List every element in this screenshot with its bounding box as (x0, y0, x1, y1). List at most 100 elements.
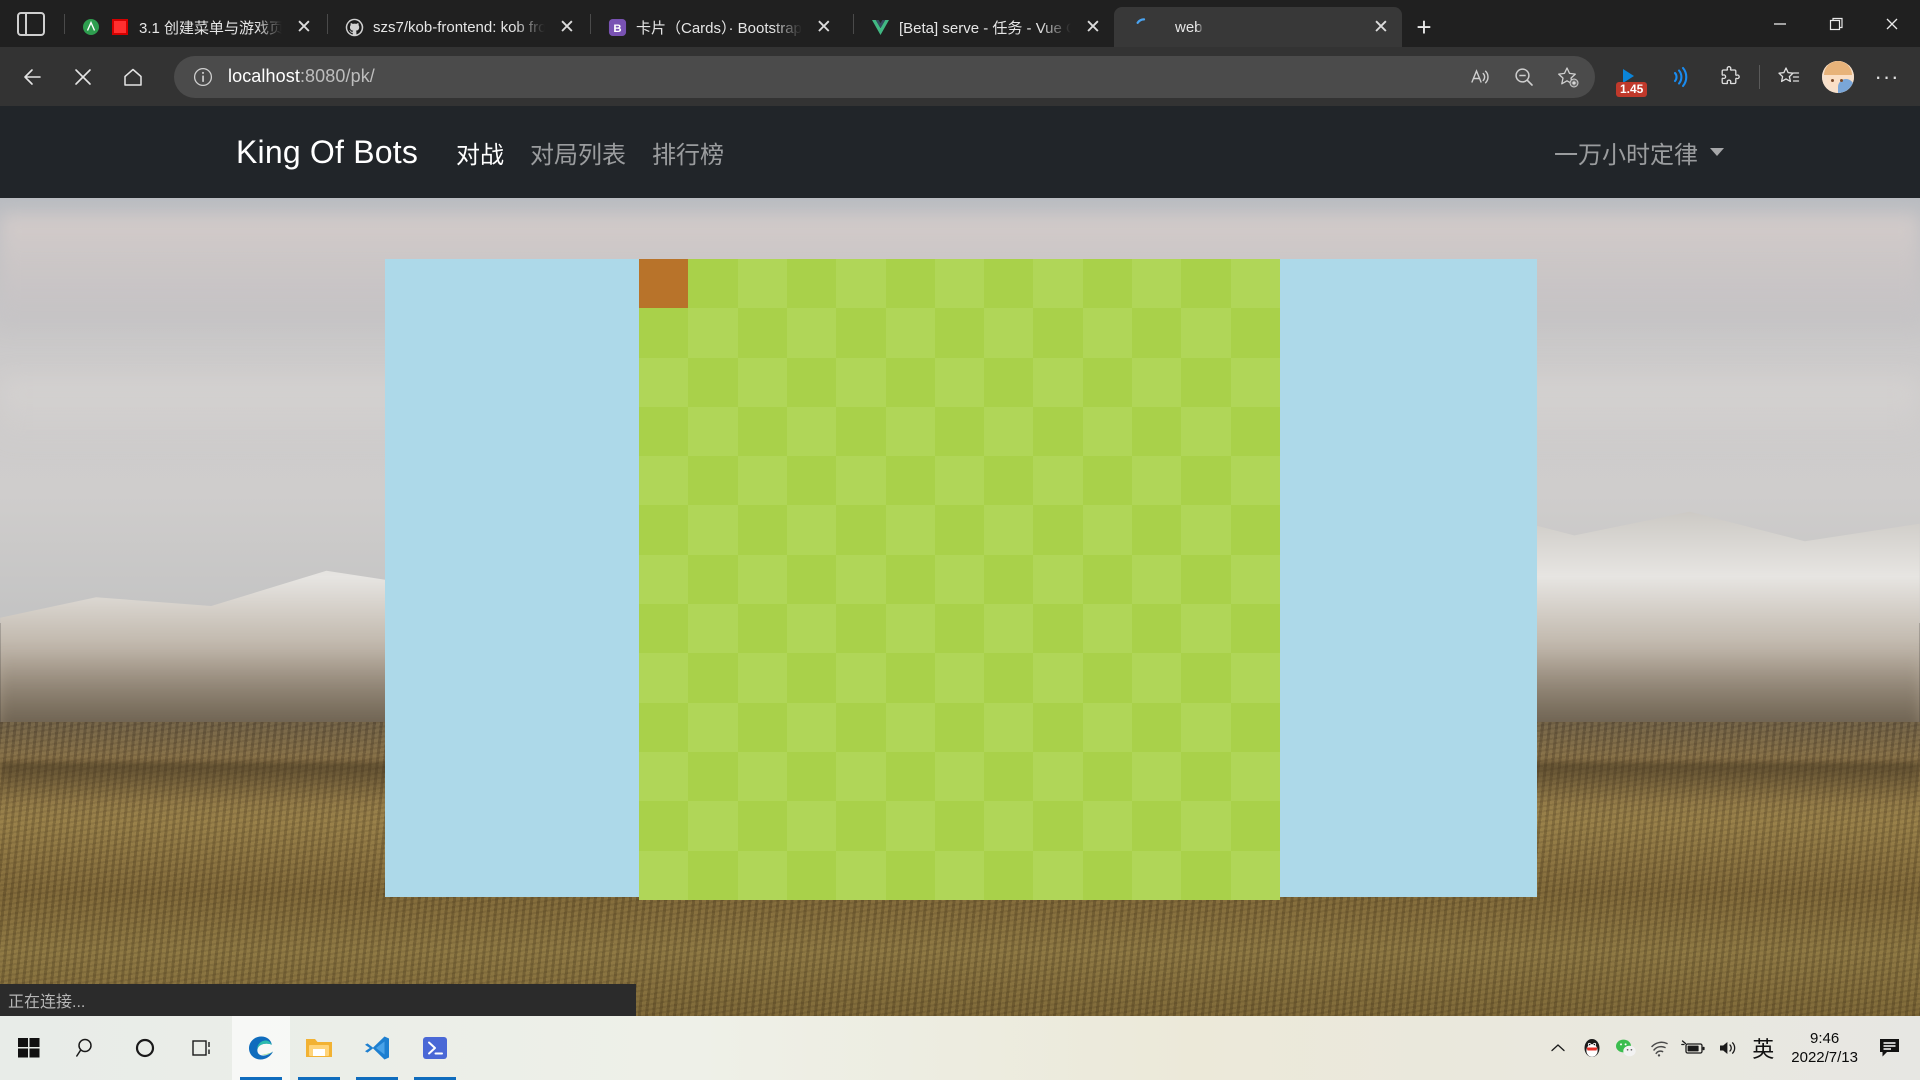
extensions-icon[interactable] (1707, 57, 1753, 97)
board-cell (1132, 308, 1182, 358)
close-button[interactable] (1864, 0, 1920, 47)
home-button[interactable] (110, 57, 156, 97)
board-cell (737, 702, 787, 752)
board-cell (737, 406, 787, 457)
board-cell (1230, 702, 1280, 752)
wifi-icon[interactable] (1643, 1016, 1677, 1080)
tab-close-button[interactable]: ✕ (1080, 14, 1106, 40)
collections-icon[interactable] (1766, 57, 1812, 97)
board-cell (885, 604, 935, 654)
browser-tab-active[interactable]: web ✕ (1114, 7, 1402, 47)
divider (1759, 64, 1760, 89)
volume-icon[interactable] (1711, 1016, 1745, 1080)
board-cell (836, 554, 886, 605)
board-cell (1132, 259, 1182, 309)
settings-and-more-button[interactable]: ··· (1864, 57, 1910, 97)
read-aloud-icon[interactable] (1459, 57, 1501, 97)
board-cell-wall (639, 259, 689, 309)
board-cell (836, 308, 886, 358)
user-dropdown[interactable]: 一万小时定律 (1554, 135, 1724, 170)
immersive-reader-icon[interactable]: 1.45 (1607, 57, 1653, 97)
board-cell (984, 751, 1034, 802)
search-button[interactable] (58, 1016, 116, 1080)
board-cell (786, 702, 837, 752)
board-cell (1033, 801, 1083, 851)
address-bar[interactable]: localhost:8080/pk/ (174, 55, 1595, 98)
board-cell (984, 801, 1034, 851)
battery-icon[interactable] (1677, 1016, 1711, 1080)
nav-link-record-list[interactable]: 对局列表 (530, 135, 626, 170)
qq-icon[interactable] (1575, 1016, 1609, 1080)
profile-avatar[interactable] (1816, 57, 1860, 97)
board-cell (1082, 604, 1133, 654)
board-cell (1132, 653, 1182, 703)
board-cell (786, 801, 837, 851)
restore-button[interactable] (1808, 0, 1864, 47)
board-cell (688, 259, 738, 309)
url-path: :8080/pk/ (299, 66, 375, 86)
board-cell (688, 554, 738, 605)
board-cell (934, 850, 985, 900)
powershell-button[interactable] (406, 1016, 464, 1080)
add-favorite-icon[interactable] (1547, 57, 1589, 97)
board-cell (1230, 604, 1280, 654)
notifications-icon[interactable] (1868, 1016, 1912, 1080)
vertical-tabs-icon (17, 11, 45, 36)
board-cell (934, 505, 985, 555)
browser-tab[interactable]: B 卡片（Cards）· Bootstrap ✕ (593, 7, 851, 47)
board-cell (885, 456, 935, 506)
ime-icon[interactable]: 英 (1745, 1016, 1781, 1080)
chevron-up-icon[interactable] (1541, 1016, 1575, 1080)
board-cell (984, 505, 1034, 555)
nav-link-pk[interactable]: 对战 (456, 135, 504, 170)
stop-loading-button[interactable] (60, 57, 106, 97)
board-cell (786, 456, 837, 506)
browser-tab[interactable]: [Beta] serve - 任务 - Vue C ✕ (856, 7, 1114, 47)
tab-actions-button[interactable] (0, 0, 62, 47)
new-tab-button[interactable]: + (1402, 7, 1446, 47)
tab-close-button[interactable]: ✕ (1368, 14, 1394, 40)
site-info-icon[interactable] (188, 57, 218, 97)
cortana-button[interactable] (116, 1016, 174, 1080)
board-cell (836, 505, 886, 555)
board-cell (737, 357, 787, 407)
board-cell (639, 604, 689, 654)
start-button[interactable] (0, 1016, 58, 1080)
nav-link-ranklist[interactable]: 排行榜 (652, 135, 724, 170)
board-cell (885, 702, 935, 752)
browser-tab[interactable]: szs7/kob-frontend: kob fro ✕ (330, 7, 588, 47)
taskbar-clock[interactable]: 9:46 2022/7/13 (1781, 1029, 1868, 1067)
board-cell (1033, 456, 1083, 506)
board-cell (836, 604, 886, 654)
board-cell (934, 308, 985, 358)
tab-close-button[interactable]: ✕ (554, 14, 580, 40)
task-view-button[interactable] (174, 1016, 232, 1080)
url-text[interactable]: localhost:8080/pk/ (228, 66, 375, 87)
zoom-out-icon[interactable] (1503, 57, 1545, 97)
vue-icon (870, 17, 890, 37)
site-brand[interactable]: King Of Bots (236, 134, 418, 171)
board-cell (1132, 702, 1182, 752)
board-cell (934, 406, 985, 457)
board-cell (639, 751, 689, 802)
board-cell (737, 554, 787, 605)
board-cell (934, 801, 985, 851)
broadcast-icon[interactable] (1657, 57, 1703, 97)
board-cell (1132, 505, 1182, 555)
vscode-button[interactable] (348, 1016, 406, 1080)
board-cell (1033, 653, 1083, 703)
back-button[interactable] (10, 57, 56, 97)
minimize-button[interactable] (1752, 0, 1808, 47)
board-cell (1181, 357, 1231, 407)
browser-tab[interactable]: 3.1 创建菜单与游戏页 ✕ (67, 7, 325, 47)
edge-button[interactable] (232, 1016, 290, 1080)
wechat-icon[interactable] (1609, 1016, 1643, 1080)
board-cell (1033, 702, 1083, 752)
board-cell (639, 554, 689, 605)
file-explorer-button[interactable] (290, 1016, 348, 1080)
tab-close-button[interactable]: ✕ (811, 14, 837, 40)
board-cell (1033, 406, 1083, 457)
board-cell (639, 702, 689, 752)
tab-close-button[interactable]: ✕ (291, 14, 317, 40)
game-board[interactable] (639, 259, 1280, 905)
